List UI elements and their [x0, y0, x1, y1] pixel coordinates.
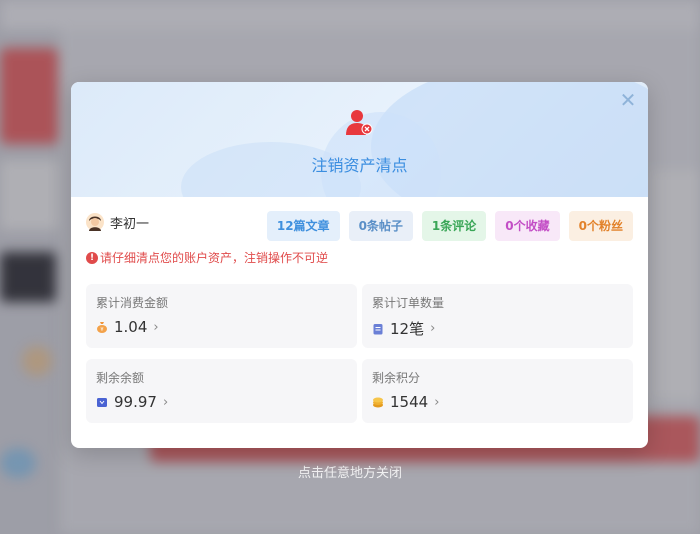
- close-icon[interactable]: ✕: [618, 90, 638, 110]
- chevron-right-icon: ›: [162, 394, 169, 410]
- tag-favorites[interactable]: 0个收藏: [495, 211, 560, 241]
- username: 李初一: [110, 216, 150, 232]
- card-label: 累计订单数量: [372, 296, 445, 310]
- alert-icon: !: [86, 251, 98, 264]
- card-label: 剩余余额: [96, 371, 145, 385]
- remaining-points-card[interactable]: 剩余积分 1544 ›: [362, 359, 633, 423]
- chevron-right-icon: ›: [153, 319, 159, 335]
- wallet-icon: [97, 398, 107, 407]
- chevron-right-icon: ›: [430, 321, 436, 336]
- money-bag-icon: ¥: [97, 322, 107, 333]
- tag-posts[interactable]: 0条帖子: [348, 211, 413, 241]
- card-label: 累计消费金额: [96, 296, 169, 310]
- irreversible-warning: ! 请仔细清点您的账户资产，注销操作不可逆: [86, 249, 328, 266]
- total-orders-card[interactable]: 累计订单数量 12笔 ›: [362, 284, 633, 348]
- tag-comments[interactable]: 1条评论: [421, 211, 487, 241]
- total-spending-card[interactable]: 累计消费金额 ¥ 1.04 ›: [86, 284, 357, 348]
- account-assets-dialog: 注销资产清点 ✕ 李初一 12篇文章 0条帖子 1条评论 0个收藏 0个粉丝 !…: [71, 82, 648, 448]
- card-value-row: ¥ 1.04 ›: [96, 318, 159, 336]
- card-value: 12笔: [390, 320, 425, 338]
- overlay-close-hint[interactable]: 点击任意地方关闭: [0, 462, 700, 481]
- avatar: [86, 213, 104, 231]
- dialog-header: 注销资产清点 ✕: [71, 82, 648, 197]
- card-value-row: 12笔 ›: [372, 318, 435, 339]
- card-value-row: 1544 ›: [372, 393, 439, 411]
- points-icon: [373, 397, 383, 408]
- order-icon: [373, 323, 383, 334]
- svg-text:¥: ¥: [100, 327, 103, 333]
- card-value: 99.97: [114, 393, 157, 411]
- warning-text: 请仔细清点您的账户资产，注销操作不可逆: [100, 251, 329, 265]
- tag-fans[interactable]: 0个粉丝: [568, 211, 633, 241]
- card-value: 1544: [390, 393, 429, 411]
- dialog-title: 注销资产清点: [311, 156, 408, 175]
- card-label: 剩余积分: [372, 371, 421, 385]
- card-value: 1.04: [114, 318, 148, 336]
- card-value-row: 99.97 ›: [96, 393, 168, 411]
- remaining-balance-card[interactable]: 剩余余额 99.97 ›: [86, 359, 357, 423]
- chevron-right-icon: ›: [434, 394, 440, 410]
- asset-tags: 12篇文章 0条帖子 1条评论 0个收藏 0个粉丝: [258, 211, 633, 241]
- user-info: 李初一: [86, 212, 149, 232]
- tag-articles[interactable]: 12篇文章: [266, 211, 340, 241]
- user-remove-icon: [346, 110, 373, 135]
